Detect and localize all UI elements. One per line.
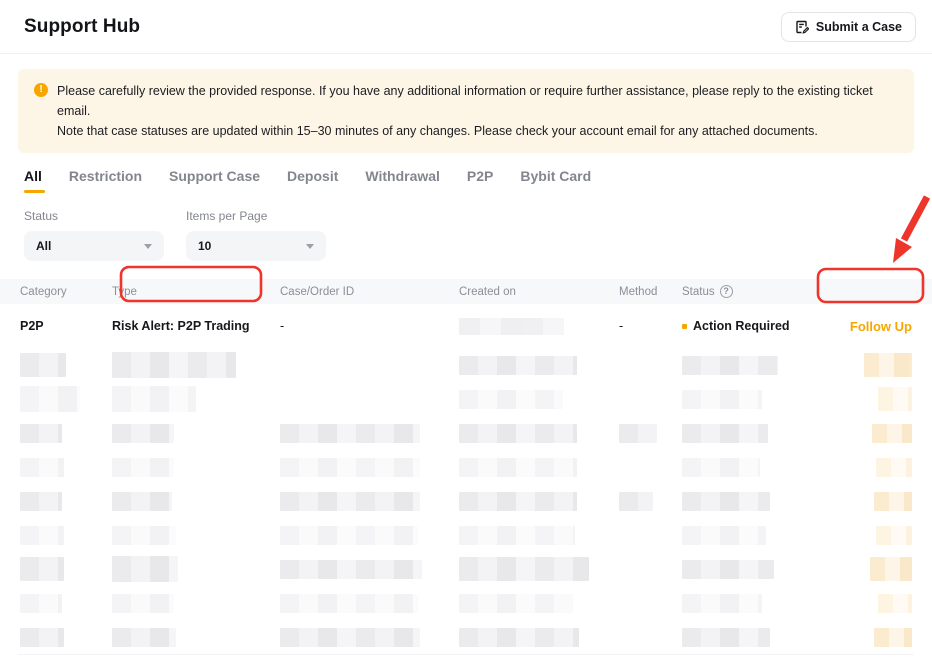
status-filter-value: All [36,239,51,253]
table-row-redacted [0,450,932,484]
table-row-redacted [0,484,932,518]
category-tabs: All Restriction Support Case Deposit Wit… [24,168,908,193]
cell-action: Follow Up [802,319,912,334]
status-dot-icon [682,324,687,329]
notice-line-2: Note that case statuses are updated with… [57,121,898,141]
status-filter-label: Status [24,209,164,223]
page-title: Support Hub [24,16,140,38]
column-method: Method [619,286,682,298]
status-filter-select[interactable]: All [24,231,164,261]
column-created-on: Created on [459,286,619,298]
filters-bar: Status All Items per Page 10 [24,209,908,261]
tab-restriction[interactable]: Restriction [69,168,142,193]
notice-line-1: Please carefully review the provided res… [57,81,898,121]
cell-status: Action Required [682,319,802,333]
table-row-redacted [0,518,932,552]
document-edit-icon [795,20,809,34]
column-case-order-id: Case/Order ID [280,286,459,298]
notice-banner: ! Please carefully review the provided r… [18,69,914,153]
table-row-redacted [0,552,932,586]
tab-support-case[interactable]: Support Case [169,168,260,193]
cell-case-order-id: - [280,319,459,333]
cases-table: Category Type Case/Order ID Created on M… [0,279,932,654]
table-bottom-divider [18,654,914,655]
table-row: P2P Risk Alert: P2P Trading - - Action R… [0,304,932,348]
page-header: Support Hub Submit a Case [0,0,932,54]
column-category: Category [20,286,112,298]
chevron-down-icon [144,244,152,249]
status-filter: Status All [24,209,164,261]
items-per-page-label: Items per Page [186,209,326,223]
items-per-page-filter: Items per Page 10 [186,209,326,261]
status-help-icon[interactable]: ? [720,285,733,298]
table-row-redacted [0,586,932,620]
support-hub-page: Support Hub Submit a Case ! Please caref… [0,0,932,666]
tab-p2p[interactable]: P2P [467,168,493,193]
warning-icon: ! [34,83,48,97]
table-row-redacted [0,416,932,450]
tab-deposit[interactable]: Deposit [287,168,338,193]
table-header-row: Category Type Case/Order ID Created on M… [0,279,932,304]
tab-all[interactable]: All [24,168,42,193]
follow-up-link[interactable]: Follow Up [850,319,912,334]
items-per-page-select[interactable]: 10 [186,231,326,261]
table-row-redacted [0,382,932,416]
items-per-page-value: 10 [198,239,211,253]
cell-type: Risk Alert: P2P Trading [112,319,280,333]
submit-a-case-label: Submit a Case [816,20,902,34]
notice-text: Please carefully review the provided res… [57,81,898,141]
cell-method: - [619,319,682,333]
cell-category: P2P [20,319,112,333]
column-type: Type [112,286,280,298]
column-status: Status ? [682,285,802,298]
tab-withdrawal[interactable]: Withdrawal [365,168,440,193]
tab-bybit-card[interactable]: Bybit Card [520,168,591,193]
table-row-redacted [0,620,932,654]
cell-created-on-redacted [459,318,619,335]
table-row-redacted [0,348,932,382]
submit-a-case-button[interactable]: Submit a Case [781,12,916,42]
chevron-down-icon [306,244,314,249]
